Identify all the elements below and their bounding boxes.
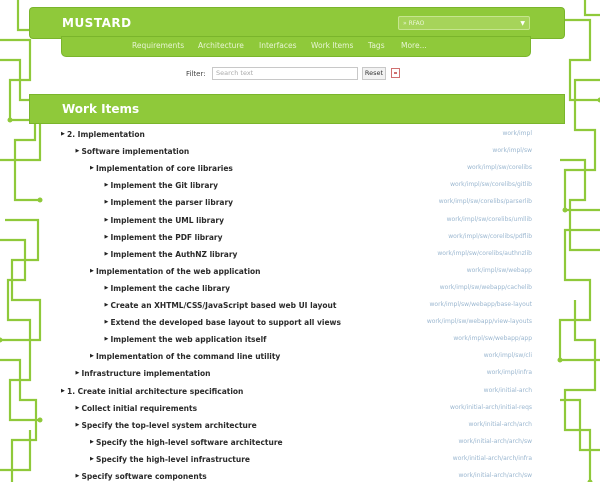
work-item-row[interactable]: ▶Implement the parser library work/impl/s… — [0, 198, 600, 210]
expand-triangle-icon[interactable]: ▶ — [105, 251, 109, 257]
expand-triangle-icon[interactable]: ▶ — [90, 456, 94, 462]
work-item-row[interactable]: ▶Specify the top-level system architectu… — [0, 421, 600, 433]
work-item-label[interactable]: Implement the parser library — [111, 198, 234, 207]
work-item-row[interactable]: ▶Implement the UML library work/impl/sw/c… — [0, 216, 600, 228]
work-item-label[interactable]: 2. Implementation — [67, 130, 145, 139]
work-item-label[interactable]: Implementation of the command line utili… — [96, 352, 280, 361]
expand-triangle-icon[interactable]: ▶ — [61, 131, 65, 137]
expand-triangle-icon[interactable]: ▶ — [105, 336, 109, 342]
expand-triangle-icon[interactable]: ▶ — [90, 353, 94, 359]
expand-triangle-icon[interactable]: ▶ — [105, 217, 109, 223]
expand-triangle-icon[interactable]: ▶ — [76, 422, 80, 428]
work-item-row[interactable]: ▶Implement the Git library work/impl/sw/c… — [0, 181, 600, 193]
work-item-label[interactable]: Create an XHTML/CSS/JavaScript based web… — [111, 301, 337, 310]
work-item-path[interactable]: work/impl/sw/corelibs/umllib — [447, 216, 532, 223]
expand-triangle-icon[interactable]: ▶ — [90, 439, 94, 445]
work-item-row[interactable]: ▶Software implementation work/impl/sw — [0, 147, 600, 159]
work-item-path[interactable]: work/initial-arch/arch — [469, 421, 532, 428]
work-item-label[interactable]: Specify the top-level system architectur… — [82, 421, 257, 430]
work-item-label[interactable]: Infrastructure implementation — [82, 369, 211, 378]
work-item-path[interactable]: work/impl/sw — [492, 147, 532, 154]
work-item-path[interactable]: work/initial-arch — [484, 387, 532, 394]
work-item-label[interactable]: Specify the high-level software architec… — [96, 438, 283, 447]
expand-triangle-icon[interactable]: ▶ — [61, 388, 65, 394]
work-item-row[interactable]: ▶Implement the AuthNZ library work/impl/s… — [0, 250, 600, 262]
expand-triangle-icon[interactable]: ▶ — [105, 285, 109, 291]
work-item-row[interactable]: ▶Specify the high-level infrastructure wo… — [0, 455, 600, 467]
expand-triangle-icon[interactable]: ▶ — [105, 199, 109, 205]
work-item-label[interactable]: Specify software components — [82, 472, 207, 481]
work-item-path[interactable]: work/impl/sw/corelibs/authnzlib — [437, 250, 532, 257]
expand-triangle-icon[interactable]: ▶ — [90, 165, 94, 171]
expand-triangle-icon[interactable]: ▶ — [105, 182, 109, 188]
work-item-path[interactable]: work/initial-arch/arch/sw — [458, 472, 532, 479]
work-item-path[interactable]: work/initial-arch/arch/infra — [453, 455, 532, 462]
work-item-path[interactable]: work/impl/sw/webapp/view-layouts — [427, 318, 532, 325]
expand-triangle-icon[interactable]: ▶ — [76, 473, 80, 479]
work-item-row[interactable]: ▶Infrastructure implementation work/impl/… — [0, 369, 600, 381]
work-item-row[interactable]: ▶Extend the developed base layout to sup… — [0, 318, 600, 330]
work-item-label[interactable]: Implement the Git library — [111, 181, 218, 190]
work-items-tree: ▶2. Implementationwork/impl▶Software imp… — [0, 0, 600, 482]
work-item-path[interactable]: work/impl/sw/webapp/app — [453, 335, 532, 342]
work-item-row[interactable]: ▶Implementation of the web application wo… — [0, 267, 600, 279]
work-item-label[interactable]: Collect initial requirements — [82, 404, 198, 413]
work-item-path[interactable]: work/impl — [502, 130, 532, 137]
work-item-row[interactable]: ▶Implement the web application itself wor… — [0, 335, 600, 347]
work-item-path[interactable]: work/impl/sw/webapp — [467, 267, 532, 274]
work-item-row[interactable]: ▶Implement the PDF library work/impl/sw/c… — [0, 233, 600, 245]
work-item-path[interactable]: work/impl/sw/corelibs/parserlib — [439, 198, 532, 205]
work-item-path[interactable]: work/impl/infra — [487, 369, 532, 376]
expand-triangle-icon[interactable]: ▶ — [76, 370, 80, 376]
work-item-path[interactable]: work/impl/sw/webapp/base-layout — [429, 301, 532, 308]
work-item-label[interactable]: Implement the web application itself — [111, 335, 267, 344]
work-item-row[interactable]: ▶Collect initial requirements work/initia… — [0, 404, 600, 416]
expand-triangle-icon[interactable]: ▶ — [76, 148, 80, 154]
work-item-row[interactable]: ▶Create an XHTML/CSS/JavaScript based we… — [0, 301, 600, 313]
work-item-label[interactable]: Implement the UML library — [111, 216, 225, 225]
work-item-label[interactable]: 1. Create initial architecture specifica… — [67, 387, 243, 396]
work-item-row[interactable]: ▶Implementation of the command line util… — [0, 352, 600, 364]
work-item-path[interactable]: work/impl/sw/corelibs — [467, 164, 532, 171]
work-item-path[interactable]: work/initial-arch/arch/sw — [458, 438, 532, 445]
work-item-label[interactable]: Software implementation — [82, 147, 190, 156]
work-item-row[interactable]: ▶Specify the high-level software archite… — [0, 438, 600, 450]
expand-triangle-icon[interactable]: ▶ — [105, 234, 109, 240]
work-item-label[interactable]: Implementation of core libraries — [96, 164, 233, 173]
work-item-row[interactable]: ▶Implement the cache library work/impl/sw… — [0, 284, 600, 296]
work-item-label[interactable]: Implementation of the web application — [96, 267, 261, 276]
work-item-row[interactable]: ▶2. Implementation work/impl — [0, 130, 600, 142]
work-item-path[interactable]: work/impl/sw/corelibs/pdflib — [448, 233, 532, 240]
work-item-label[interactable]: Implement the cache library — [111, 284, 231, 293]
work-item-label[interactable]: Extend the developed base layout to supp… — [111, 318, 341, 327]
expand-triangle-icon[interactable]: ▶ — [90, 268, 94, 274]
work-item-row[interactable]: ▶1. Create initial architecture specific… — [0, 387, 600, 399]
work-item-label[interactable]: Implement the AuthNZ library — [111, 250, 238, 259]
work-item-path[interactable]: work/impl/sw/corelibs/gitlib — [450, 181, 532, 188]
work-item-path[interactable]: work/impl/sw/cli — [484, 352, 532, 359]
work-item-row[interactable]: ▶Specify software components work/initial… — [0, 472, 600, 484]
work-item-label[interactable]: Implement the PDF library — [111, 233, 223, 242]
expand-triangle-icon[interactable]: ▶ — [76, 405, 80, 411]
expand-triangle-icon[interactable]: ▶ — [105, 319, 109, 325]
work-item-row[interactable]: ▶Implementation of core libraries work/im… — [0, 164, 600, 176]
work-item-path[interactable]: work/impl/sw/webapp/cachelib — [440, 284, 532, 291]
work-item-path[interactable]: work/initial-arch/initial-reqs — [450, 404, 532, 411]
expand-triangle-icon[interactable]: ▶ — [105, 302, 109, 308]
work-item-label[interactable]: Specify the high-level infrastructure — [96, 455, 250, 464]
